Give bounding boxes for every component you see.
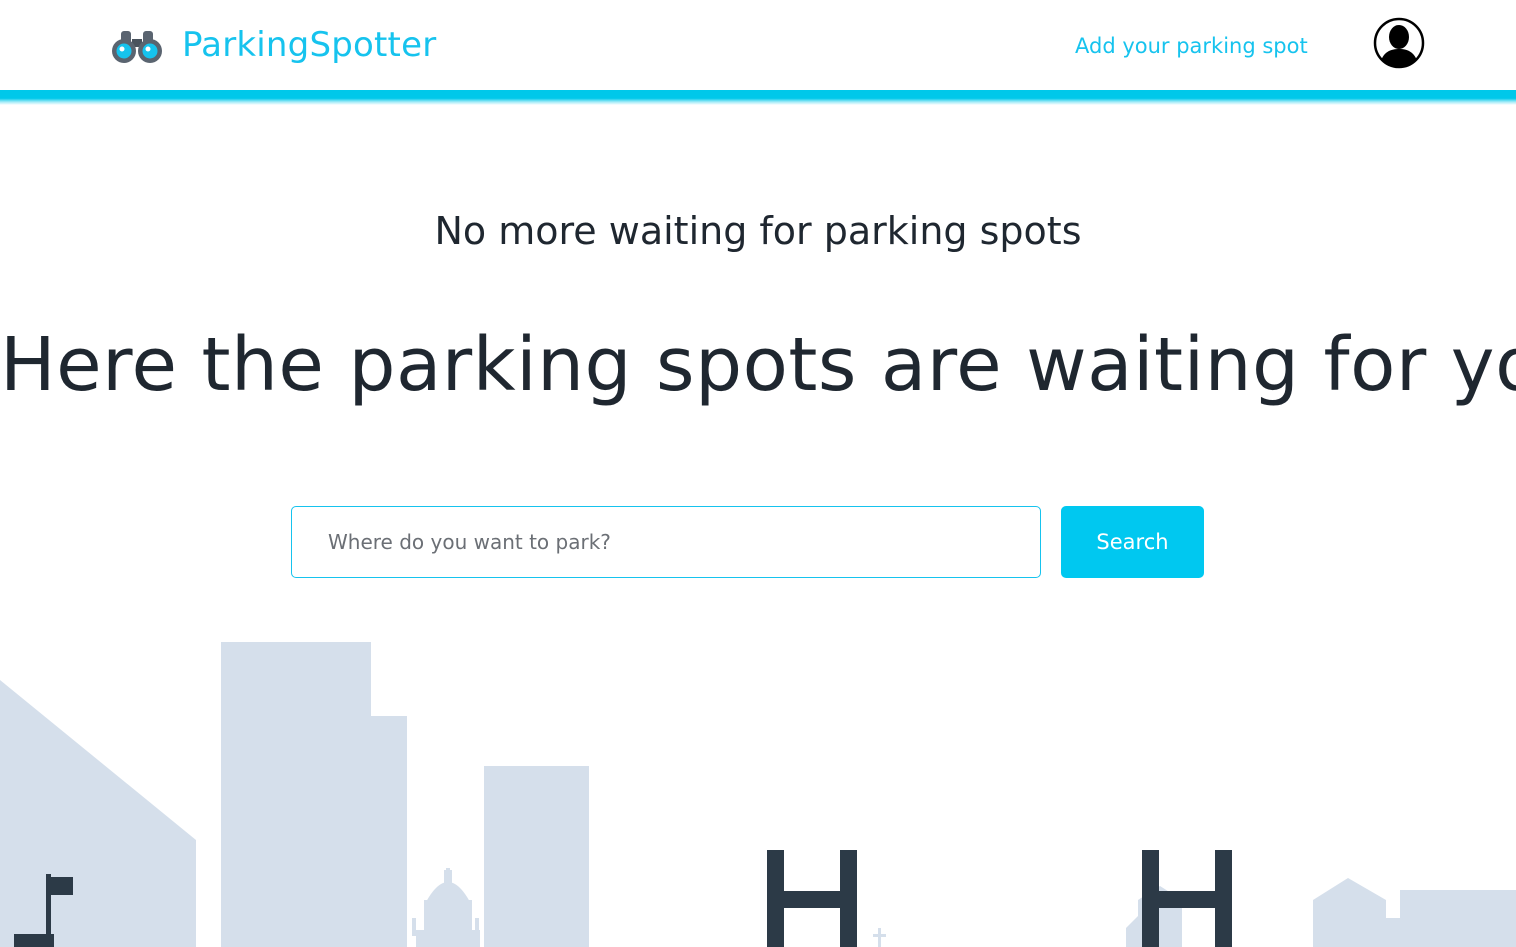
skyline-slanted-building [0,680,196,947]
landing-page: ParkingSpotter Add your parking spot No … [0,0,1516,947]
header-accent-bar [0,90,1516,105]
user-avatar-icon[interactable] [1373,17,1425,69]
search-button[interactable]: Search [1061,506,1204,578]
skyline-tall-building [221,642,407,947]
top-navigation: ParkingSpotter Add your parking spot [0,0,1516,90]
city-skyline-illustration [0,642,1516,947]
search-input[interactable] [291,506,1041,578]
hero-title: Here the parking spots are waiting for y… [0,322,1516,408]
brand-name: ParkingSpotter [182,25,437,65]
skyline-building [484,766,589,947]
skyline-domed-tower [412,868,480,947]
hero-subtitle: No more waiting for parking spots [434,209,1082,253]
add-parking-spot-link[interactable]: Add your parking spot [1075,31,1308,61]
skyline-right-building [1400,890,1516,947]
skyline-gabled-house [1313,878,1386,947]
parking-h-sign-icon [767,850,857,947]
parking-h-sign-icon [1142,850,1232,947]
cross-icon [873,928,886,947]
binoculars-icon [112,31,162,63]
brand-logo-link[interactable]: ParkingSpotter [110,20,436,70]
